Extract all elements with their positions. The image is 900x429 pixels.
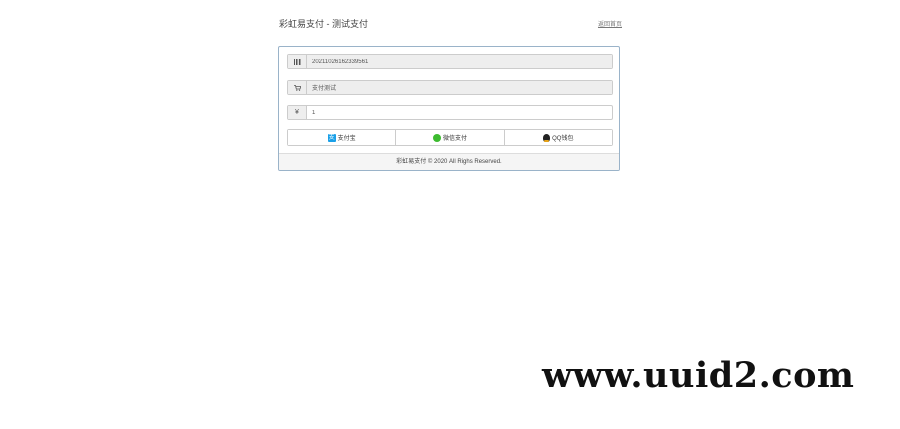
alipay-label: 支付宝 [337, 136, 356, 142]
order-number-field [287, 54, 613, 69]
panel-footer: 彩虹易支付 © 2020 All Righs Reserved. [279, 153, 619, 170]
qq-wallet-button[interactable]: QQ钱包 [503, 130, 612, 145]
page: 彩虹易支付 - 测试支付 返回首页 ¥ 支 支付宝 [0, 0, 900, 429]
wechat-icon [432, 133, 441, 142]
cart-icon [288, 81, 307, 94]
alipay-button[interactable]: 支 支付宝 [288, 130, 396, 145]
wechat-pay-button[interactable]: 微信支付 [395, 130, 504, 145]
payment-method-group: 支 支付宝 微信支付 QQ钱包 [287, 129, 613, 146]
qq-icon [543, 133, 551, 142]
amount-field: ¥ [287, 105, 613, 120]
qq-wallet-label: QQ钱包 [552, 136, 574, 142]
top-bar: 彩虹易支付 - 测试支付 返回首页 [279, 14, 622, 36]
product-name-field [287, 80, 613, 95]
barcode-icon [288, 55, 307, 68]
amount-input[interactable] [307, 106, 612, 119]
product-name-input[interactable] [307, 81, 612, 94]
wechat-pay-label: 微信支付 [442, 136, 467, 142]
page-title: 彩虹易支付 - 测试支付 [279, 19, 368, 29]
alipay-icon: 支 [327, 133, 336, 142]
order-number-input[interactable] [307, 55, 612, 68]
home-link[interactable]: 返回首页 [598, 19, 622, 28]
watermark: www.uuid2.com [542, 355, 855, 396]
payment-panel: ¥ 支 支付宝 微信支付 QQ钱包 彩虹易支付 © 2020 All Righs… [278, 46, 620, 171]
yuan-icon: ¥ [288, 106, 307, 119]
